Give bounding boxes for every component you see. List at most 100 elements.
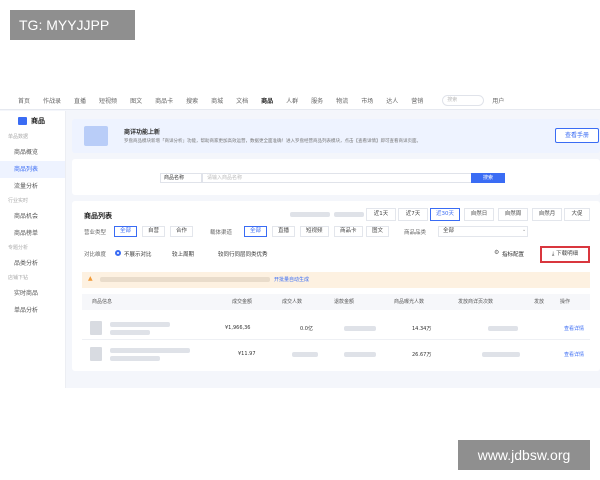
banner-title: 商详功能上新 — [124, 129, 161, 136]
filter-chip[interactable]: 合作 — [170, 226, 194, 237]
nav-item[interactable]: 短视频 — [99, 96, 117, 105]
gmv-value: ¥1,966,36 — [225, 325, 251, 331]
buyers-value — [292, 352, 318, 357]
column-header-sortable[interactable]: 成交金额 — [232, 298, 252, 305]
search-input[interactable]: 搜索 — [442, 95, 485, 106]
buyers-value: 0.0亿 — [300, 326, 313, 332]
product-list-panel: 商品列表 近1天 近7天 近30天 自然日 自然周 自然月 大促 营业类型 全部… — [72, 201, 600, 371]
channel-chip[interactable]: 短视频 — [300, 226, 329, 237]
sidebar-group-label: 专题分析 — [8, 245, 29, 251]
gmv-value: ¥11.97 — [238, 351, 256, 357]
app-window: 首页 作战录 直播 短视频 图文 商品卡 搜索 商城 文档 商品 人群 服务 物… — [0, 92, 600, 388]
detail-page-value — [488, 326, 518, 331]
nav-item[interactable]: 人群 — [286, 96, 298, 105]
search-panel: 商品名称 请输入商品名称 搜索 — [72, 159, 600, 195]
nav-item[interactable]: 商城 — [211, 96, 223, 105]
search-button[interactable]: 搜索 — [471, 173, 505, 183]
channel-chip[interactable]: 商品卡 — [334, 226, 363, 237]
nav-item[interactable]: 物流 — [336, 96, 348, 105]
watermark-bottom: www.jdbsw.org — [458, 440, 590, 470]
sidebar-item-traffic[interactable]: 流量分析 — [0, 178, 65, 195]
product-icon — [18, 117, 27, 125]
nav-item-active[interactable]: 商品 — [261, 96, 273, 105]
nav-item[interactable]: 搜索 — [186, 96, 198, 105]
filter-chip[interactable]: 自营 — [142, 226, 166, 237]
compare-option-selected[interactable]: 不展示对比 — [124, 250, 152, 258]
column-header: 商品信息 — [92, 299, 113, 305]
date-button[interactable]: 自然月 — [532, 208, 562, 221]
nav-item[interactable]: 作战录 — [43, 96, 61, 105]
sidebar: 商品 单品数据 商品概览 商品列表 流量分析 行业实时 商品机会 商品榜单 专题… — [0, 111, 66, 388]
search-field-select[interactable]: 商品名称 — [160, 173, 202, 183]
nav-item[interactable]: 达人 — [386, 96, 398, 105]
column-header[interactable]: 退款金额 — [334, 298, 354, 305]
sidebar-title: 商品 — [31, 117, 45, 125]
product-thumbnail — [90, 321, 102, 335]
compare-label: 对比维度 — [84, 252, 107, 258]
product-id — [110, 330, 150, 335]
nav-item[interactable]: 图文 — [130, 96, 142, 105]
refund-value — [344, 326, 376, 331]
nav-item[interactable]: 直播 — [74, 96, 86, 105]
radio-selected-icon[interactable] — [115, 250, 121, 256]
exposure-value: 14.34万 — [412, 326, 432, 332]
nav-item[interactable]: 文档 — [236, 96, 248, 105]
compare-option[interactable]: 较上周期 — [172, 250, 194, 258]
notice-link[interactable]: 开批量自动生成 — [274, 276, 309, 283]
watermark-top: TG: MYYJJPP — [10, 10, 135, 40]
download-icon: ⤓ — [551, 251, 555, 257]
filter-chip-all[interactable]: 全部 — [114, 226, 138, 237]
sidebar-item-ranking[interactable]: 商品榜单 — [0, 225, 65, 242]
download-label: 下载明细 — [556, 251, 579, 257]
product-id — [110, 356, 160, 361]
date-button[interactable]: 近7天 — [398, 208, 428, 221]
sidebar-item-single[interactable]: 单品分析 — [0, 302, 65, 319]
nav-item[interactable]: 商品卡 — [155, 96, 173, 105]
date-button[interactable]: 自然日 — [464, 208, 494, 221]
refund-value — [344, 352, 376, 357]
table-row: ¥11.97 26.67万 查看详情 — [82, 342, 590, 366]
column-header[interactable]: 成交人数 — [282, 298, 302, 305]
date-range-text — [334, 212, 364, 217]
date-button[interactable]: 大促 — [564, 208, 590, 221]
channel-chip[interactable]: 图文 — [366, 226, 390, 237]
column-header[interactable]: 商品曝光人数 — [394, 298, 424, 305]
sidebar-item-opportunity[interactable]: 商品机会 — [0, 208, 65, 225]
column-header[interactable]: 发放商详页次数 — [458, 298, 493, 305]
feature-banner: 商详功能上新 罗盘商品模块新增「商详分析」功能，帮助商家更加高效运营，数据更全面… — [72, 119, 600, 153]
view-details-link[interactable]: 查看详情 — [564, 325, 584, 332]
sidebar-item-realtime[interactable]: 实时商品 — [0, 285, 65, 302]
sidebar-header: 商品 — [0, 111, 65, 131]
date-button[interactable]: 自然周 — [498, 208, 528, 221]
compare-option[interactable]: 较同行同层同类优秀 — [218, 250, 268, 258]
banner-illustration-icon — [84, 126, 108, 146]
nav-item[interactable]: 市场 — [361, 96, 373, 105]
channel-chip[interactable]: 直播 — [272, 226, 296, 237]
notice-bar: ▲ 开批量自动生成 — [82, 272, 590, 288]
nav-item[interactable]: 营销 — [411, 96, 423, 105]
date-button[interactable]: 近1天 — [366, 208, 396, 221]
view-details-link[interactable]: 查看详情 — [564, 351, 584, 358]
warning-icon: ▲ — [88, 275, 93, 282]
sidebar-group-label: 单品数据 — [8, 134, 29, 140]
metric-config-button[interactable]: 指标配置 — [502, 250, 524, 258]
product-name — [110, 348, 190, 353]
notice-text — [100, 277, 270, 282]
product-search-input[interactable]: 请输入商品名称 — [202, 173, 472, 183]
settings-icon[interactable]: ⚙ — [494, 249, 499, 256]
top-navigation: 首页 作战录 直播 短视频 图文 商品卡 搜索 商城 文档 商品 人群 服务 物… — [0, 92, 600, 110]
nav-item[interactable]: 首页 — [18, 96, 30, 105]
sidebar-item-category[interactable]: 品类分析 — [0, 255, 65, 272]
main-content: 商详功能上新 罗盘商品模块新增「商详分析」功能，帮助商家更加高效运营，数据更全面… — [72, 119, 600, 371]
filter-type-label: 营业类型 — [84, 230, 107, 236]
download-details-button[interactable]: ⤓ 下载明细 — [540, 246, 590, 263]
date-button-active[interactable]: 近30天 — [430, 208, 460, 221]
sidebar-item-overview[interactable]: 商品概览 — [0, 144, 65, 161]
exposure-value: 26.67万 — [412, 352, 432, 358]
category-select[interactable]: 全部 — [438, 226, 528, 237]
user-menu[interactable]: 用户 — [492, 96, 504, 105]
nav-item[interactable]: 服务 — [311, 96, 323, 105]
view-manual-button[interactable]: 查看手册 — [555, 128, 599, 143]
channel-chip-all[interactable]: 全部 — [244, 226, 268, 237]
sidebar-item-product-list[interactable]: 商品列表 — [0, 161, 65, 178]
